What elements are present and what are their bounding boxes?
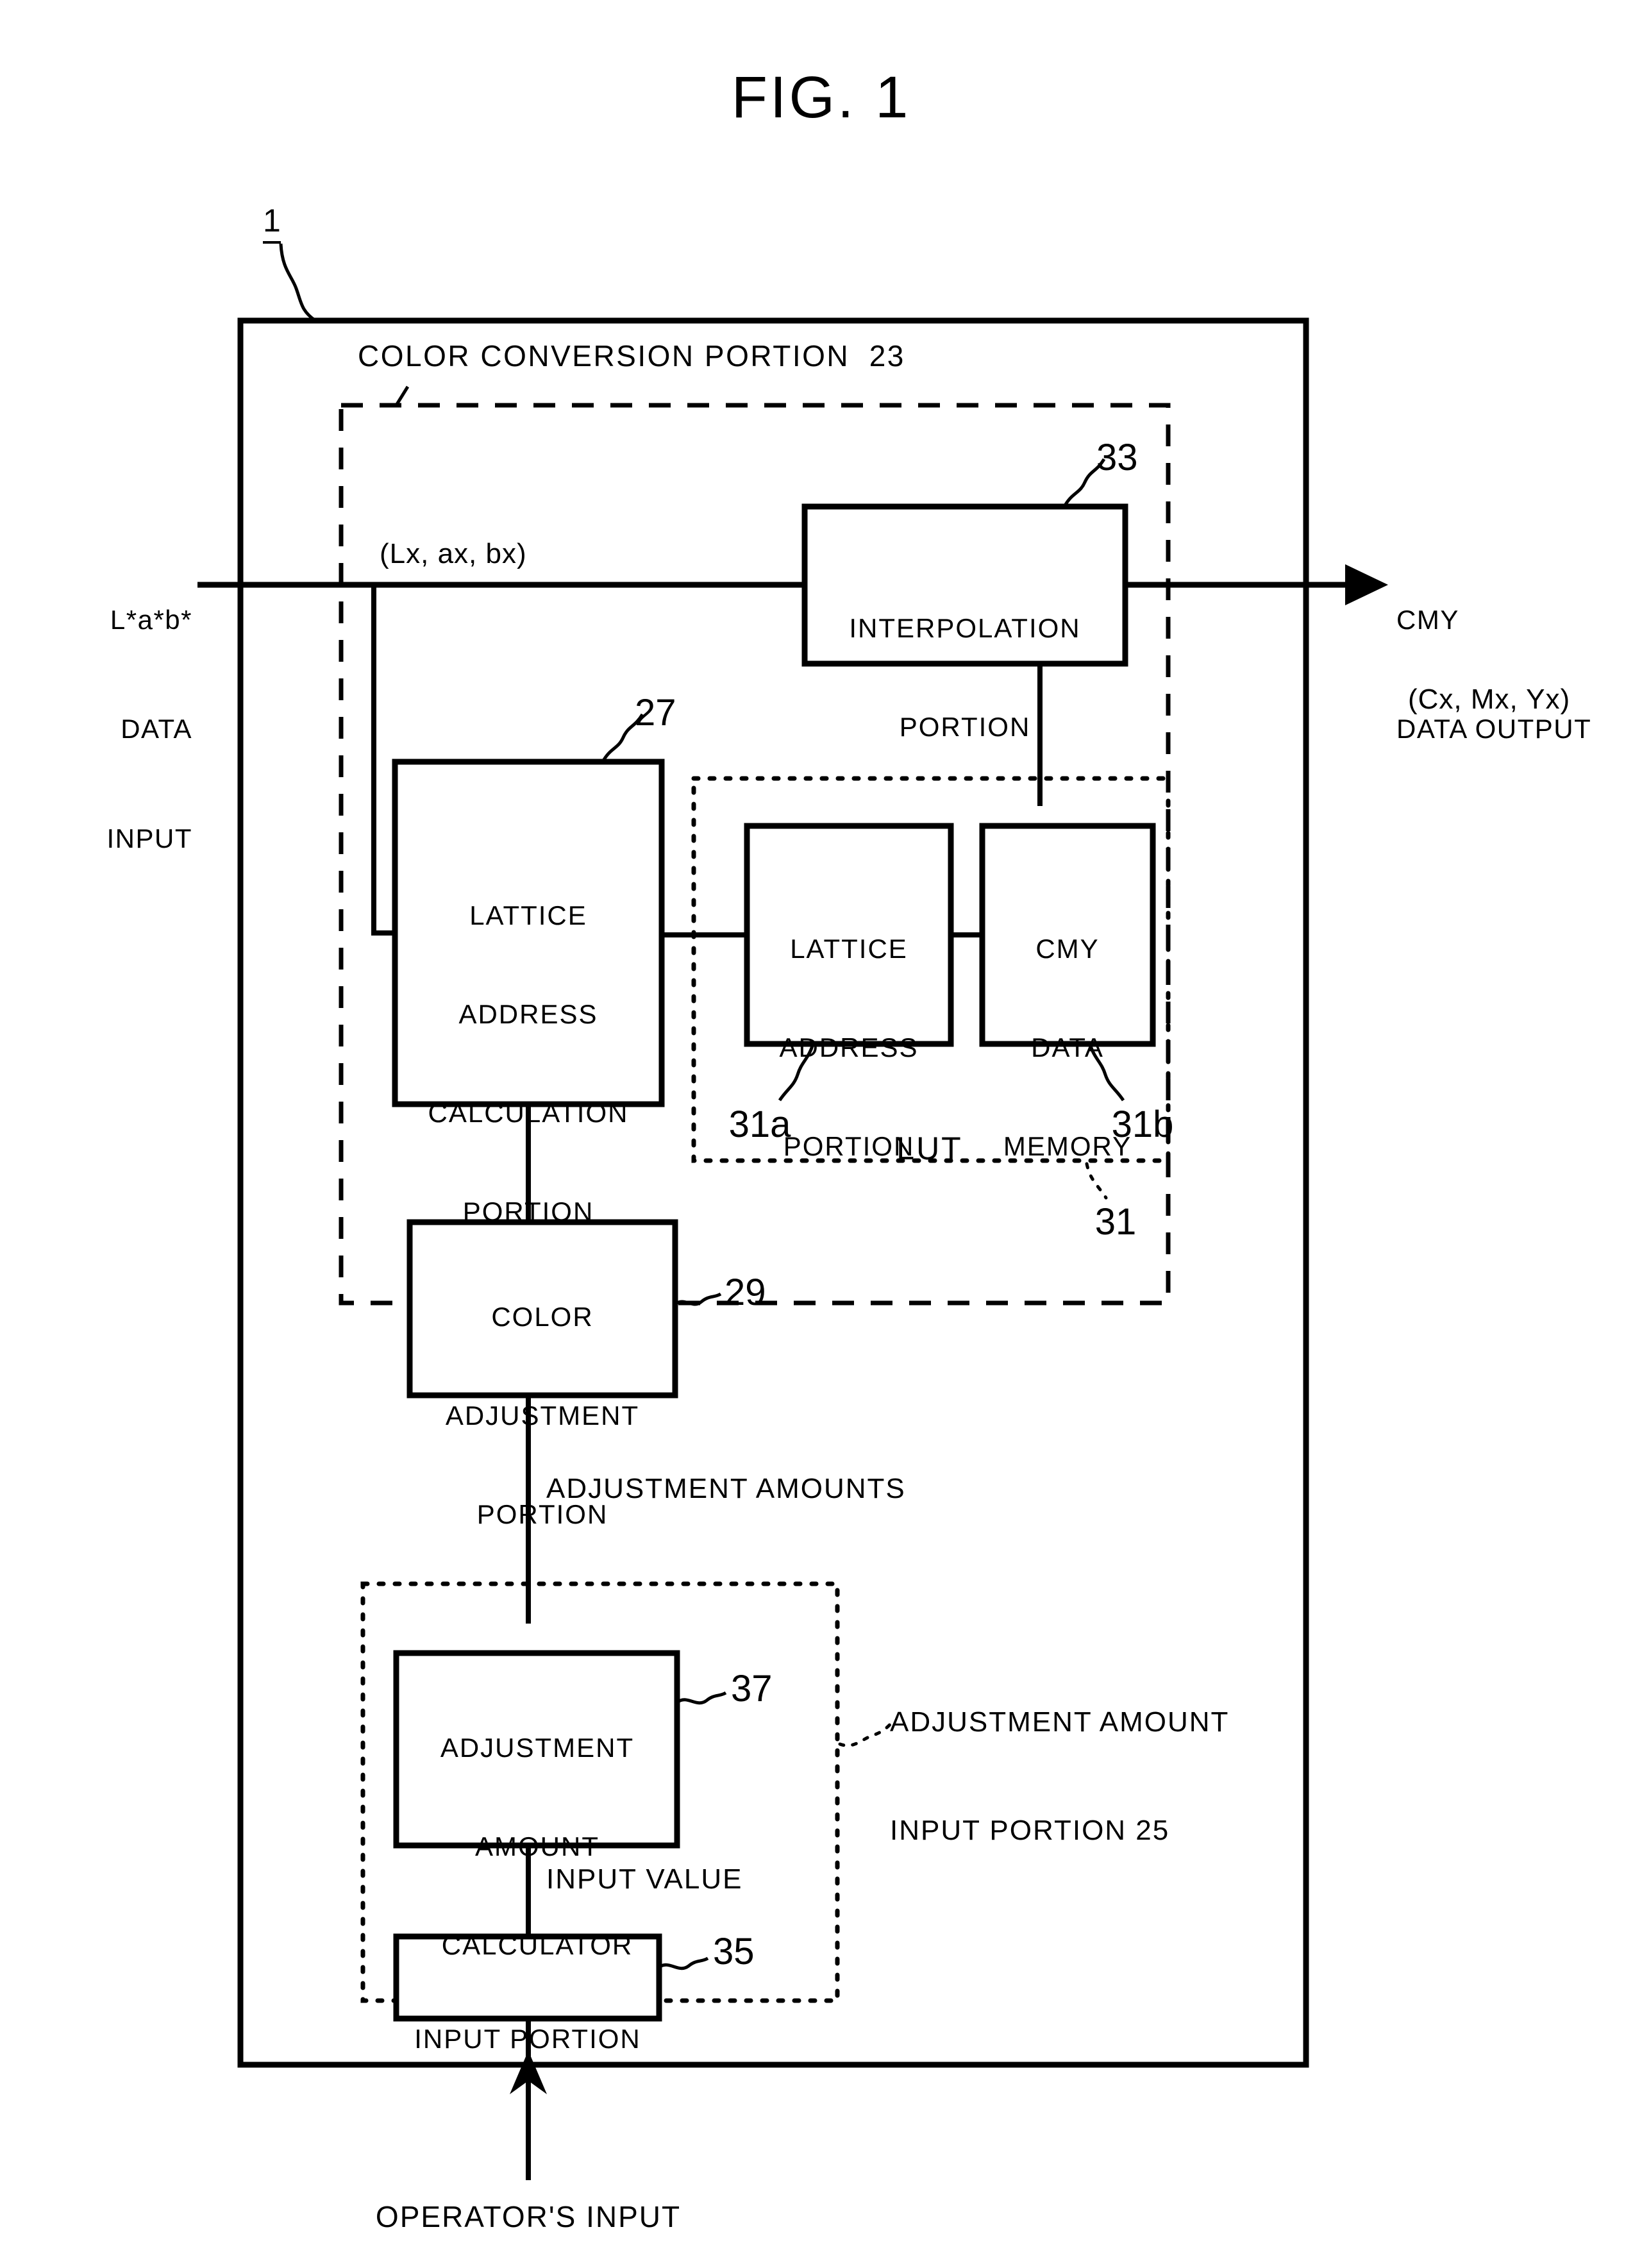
reference-numeral-35: 35 — [713, 1931, 755, 1972]
label-lut: LUT — [896, 1130, 963, 1166]
reference-numeral-31b: 31b — [1111, 1104, 1174, 1145]
leader-line-ref-29 — [674, 1292, 722, 1306]
leader-line-ref-37 — [676, 1691, 727, 1705]
cmy-mem-line-2: DATA — [1031, 1032, 1104, 1063]
leader-line-ref-35 — [658, 1956, 709, 1970]
figure-root: FIG. 1 1 COLOR CONVERSION PORTION 23 L*a… — [0, 0, 1642, 2268]
lattice-addr-line-2: ADDRESS — [779, 1032, 919, 1063]
lattice-calc-line-4: PORTION — [462, 1196, 594, 1227]
label-lab-line-3: INPUT — [106, 823, 192, 853]
block-label-color-adjustment-portion: COLOR ADJUSTMENT PORTION — [446, 1235, 639, 1597]
label-lab-data-input: L*a*b* DATA INPUT — [107, 530, 193, 930]
label-cmy-data-output: CMY DATA OUTPUT — [1396, 530, 1591, 821]
output-arrowhead-icon — [1345, 564, 1388, 605]
adj-input-portion-line-1: ADJUSTMENT AMOUNT — [890, 1706, 1230, 1738]
label-cmy-line-1: CMY — [1396, 605, 1459, 635]
label-lab-line-1: L*a*b* — [110, 605, 192, 635]
reference-numeral-27: 27 — [635, 692, 676, 734]
lattice-calc-line-3: CALCULATION — [428, 1097, 629, 1128]
label-input-signal: (Lx, ax, bx) — [380, 538, 527, 569]
label-adjustment-amounts: ADJUSTMENT AMOUNTS — [546, 1473, 906, 1504]
block-label-cmy-data-memory: CMY DATA MEMORY — [1003, 867, 1132, 1229]
interpolation-line-2: PORTION — [899, 712, 1031, 743]
lattice-calc-line-2: ADDRESS — [458, 999, 598, 1030]
block-label-interpolation-portion: INTERPOLATION PORTION — [849, 546, 1080, 809]
adj-calc-line-2: AMOUNT — [475, 1831, 599, 1862]
reference-numeral-1: 1 — [263, 202, 281, 244]
label-operators-input: OPERATOR'S INPUT — [375, 2200, 682, 2233]
label-output-signal: (Cx, Mx, Yx) — [1408, 684, 1571, 715]
block-label-lattice-address-calculation-portion: LATTICE ADDRESS CALCULATION PORTION — [428, 834, 629, 1293]
color-adj-line-1: COLOR — [491, 1302, 594, 1332]
block-label-input-portion: INPUT PORTION — [414, 1957, 641, 2121]
branch-line-to-lattice-calc — [371, 585, 395, 936]
leader-line-ref-1 — [279, 243, 317, 323]
interpolation-line-1: INTERPOLATION — [849, 613, 1081, 644]
lattice-addr-line-1: LATTICE — [790, 934, 908, 964]
color-adj-line-2: ADJUSTMENT — [445, 1400, 640, 1431]
cmy-mem-line-1: CMY — [1035, 934, 1100, 964]
reference-numeral-31: 31 — [1094, 1201, 1137, 1243]
reference-numeral-29: 29 — [725, 1272, 766, 1313]
leader-line-ref-23 — [394, 385, 410, 407]
label-lab-line-2: DATA — [121, 714, 192, 744]
adj-calc-line-1: ADJUSTMENT — [440, 1733, 635, 1763]
reference-numeral-33: 33 — [1096, 437, 1138, 478]
reference-numeral-31a: 31a — [728, 1104, 791, 1145]
label-input-value: INPUT VALUE — [546, 1863, 743, 1895]
leader-line-ref-25 — [838, 1717, 897, 1747]
label-adjustment-amount-input-portion: ADJUSTMENT AMOUNT INPUT PORTION 25 — [890, 1632, 1229, 1921]
adj-input-portion-line-2: INPUT PORTION 25 — [890, 1814, 1170, 1846]
lattice-calc-line-1: LATTICE — [469, 900, 587, 931]
label-color-conversion-portion: COLOR CONVERSION PORTION 23 — [358, 339, 905, 373]
block-label-lattice-address-portion: LATTICE ADDRESS PORTION — [779, 867, 918, 1229]
input-portion-line-1: INPUT PORTION — [414, 2024, 641, 2054]
reference-numeral-37: 37 — [731, 1668, 773, 1709]
label-cmy-line-2: DATA OUTPUT — [1396, 714, 1592, 744]
